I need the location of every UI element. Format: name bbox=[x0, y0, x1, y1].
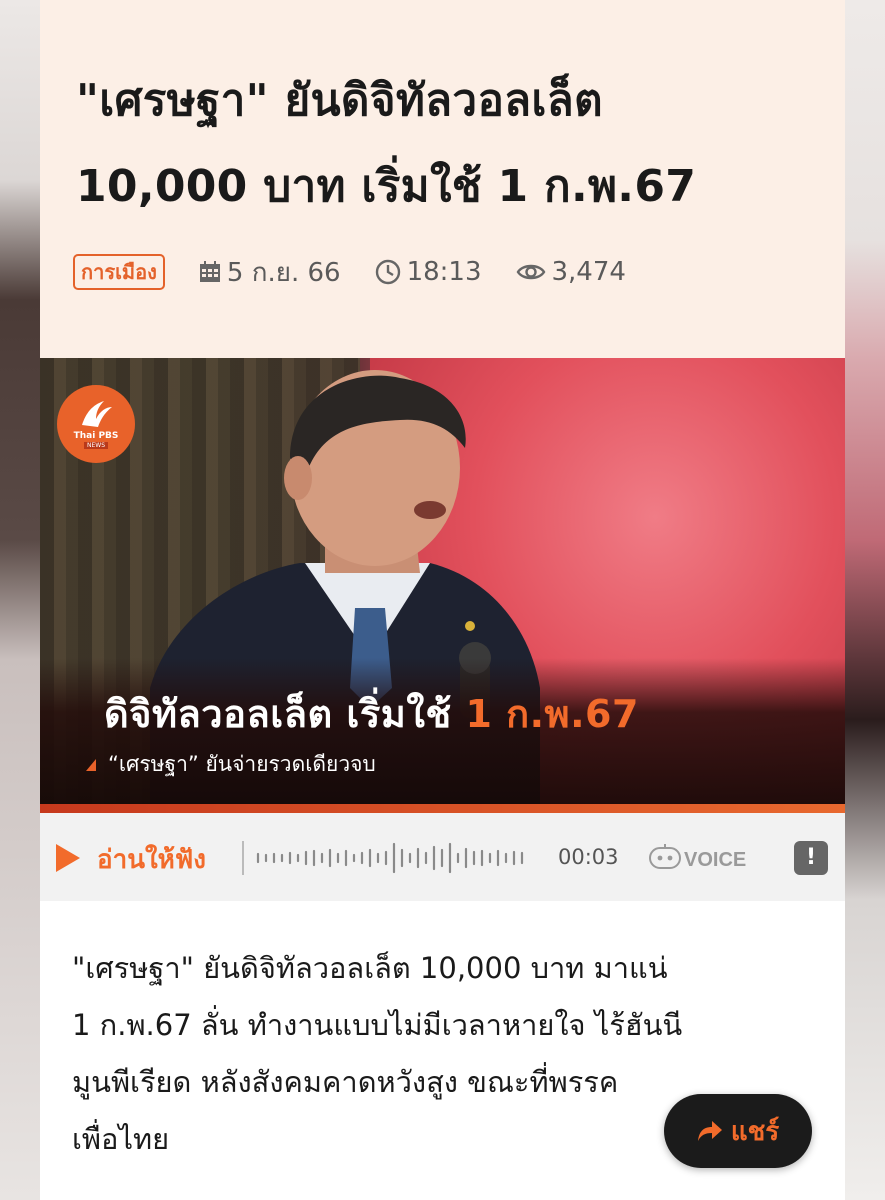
publish-time: 18:13 bbox=[375, 257, 482, 287]
hero-headline-main: ดิจิทัลวอลเล็ต เริ่มใช้ bbox=[104, 692, 466, 736]
view-count-text: 3,474 bbox=[551, 257, 626, 287]
logo-sub-text: NEWS bbox=[83, 442, 109, 449]
background-blur-right bbox=[845, 0, 885, 1200]
audio-time: 00:03 bbox=[558, 845, 619, 869]
publish-date-text: 5 ก.ย. 66 bbox=[226, 257, 341, 288]
share-arrow-icon bbox=[697, 1121, 722, 1141]
audio-player: อ่านให้ฟัง 00:03 VOICE ! bbox=[40, 813, 845, 901]
share-label: แชร์ bbox=[730, 1116, 780, 1147]
report-icon[interactable]: ! bbox=[794, 841, 828, 875]
hero-image[interactable]: Thai PBS NEWS ดิจิทัลวอลเล็ต เริ่มใช้ 1 … bbox=[40, 358, 845, 813]
hero-subheadline-text: “เศรษฐา” ยันจ่ายรวดเดียวจบ bbox=[108, 752, 376, 776]
logo-text: Thai PBS bbox=[73, 431, 119, 441]
share-button[interactable]: แชร์ bbox=[664, 1094, 812, 1168]
article-card: "เศรษฐา" ยันดิจิทัลวอลเล็ต 10,000 บาท เร… bbox=[40, 0, 845, 1200]
article-title-line1: "เศรษฐา" ยันดิจิทัลวอลเล็ต bbox=[76, 75, 603, 126]
article-body-line1: "เศรษฐา" ยันดิจิทัลวอลเล็ต 10,000 บาท มา… bbox=[72, 951, 668, 985]
category-badge[interactable]: การเมือง bbox=[73, 254, 165, 290]
calendar-icon bbox=[199, 261, 220, 282]
hero-subheadline: “เศรษฐา” ยันจ่ายรวดเดียวจบ bbox=[86, 748, 376, 781]
clock-icon bbox=[375, 259, 400, 285]
thai-pbs-logo: Thai PBS NEWS bbox=[57, 385, 135, 463]
play-icon[interactable] bbox=[56, 844, 80, 872]
article-header: "เศรษฐา" ยันดิจิทัลวอลเล็ต 10,000 บาท เร… bbox=[40, 0, 845, 358]
orange-triangle-icon bbox=[86, 758, 96, 771]
article-body-line2: 1 ก.พ.67 ลั่น ทำงานแบบไม่มีเวลาหายใจ ไร้… bbox=[72, 1008, 683, 1042]
voice-brand-logo: VOICE bbox=[649, 844, 746, 871]
publish-date: 5 ก.ย. 66 bbox=[199, 252, 341, 293]
eye-icon bbox=[516, 264, 545, 280]
article-title: "เศรษฐา" ยันดิจิทัลวอลเล็ต 10,000 บาท เร… bbox=[76, 58, 816, 230]
hero-orange-bar bbox=[40, 804, 845, 813]
article-title-line2: 10,000 บาท เริ่มใช้ 1 ก.พ.67 bbox=[76, 161, 697, 212]
article-meta: การเมือง 5 ก.ย. 66 18:13 3,474 bbox=[73, 252, 626, 292]
background-blur-left bbox=[0, 0, 40, 1200]
thai-pbs-bird-icon bbox=[82, 401, 112, 427]
publish-time-text: 18:13 bbox=[406, 257, 482, 287]
hero-headline-accent: 1 ก.พ.67 bbox=[465, 692, 639, 736]
voice-brand-text: VOICE bbox=[684, 849, 746, 871]
listen-label[interactable]: อ่านให้ฟัง bbox=[97, 839, 206, 880]
waveform-icon[interactable] bbox=[254, 838, 534, 878]
hero-headline: ดิจิทัลวอลเล็ต เริ่มใช้ 1 ก.พ.67 bbox=[104, 683, 639, 744]
player-divider bbox=[242, 841, 244, 875]
view-count: 3,474 bbox=[516, 257, 626, 287]
